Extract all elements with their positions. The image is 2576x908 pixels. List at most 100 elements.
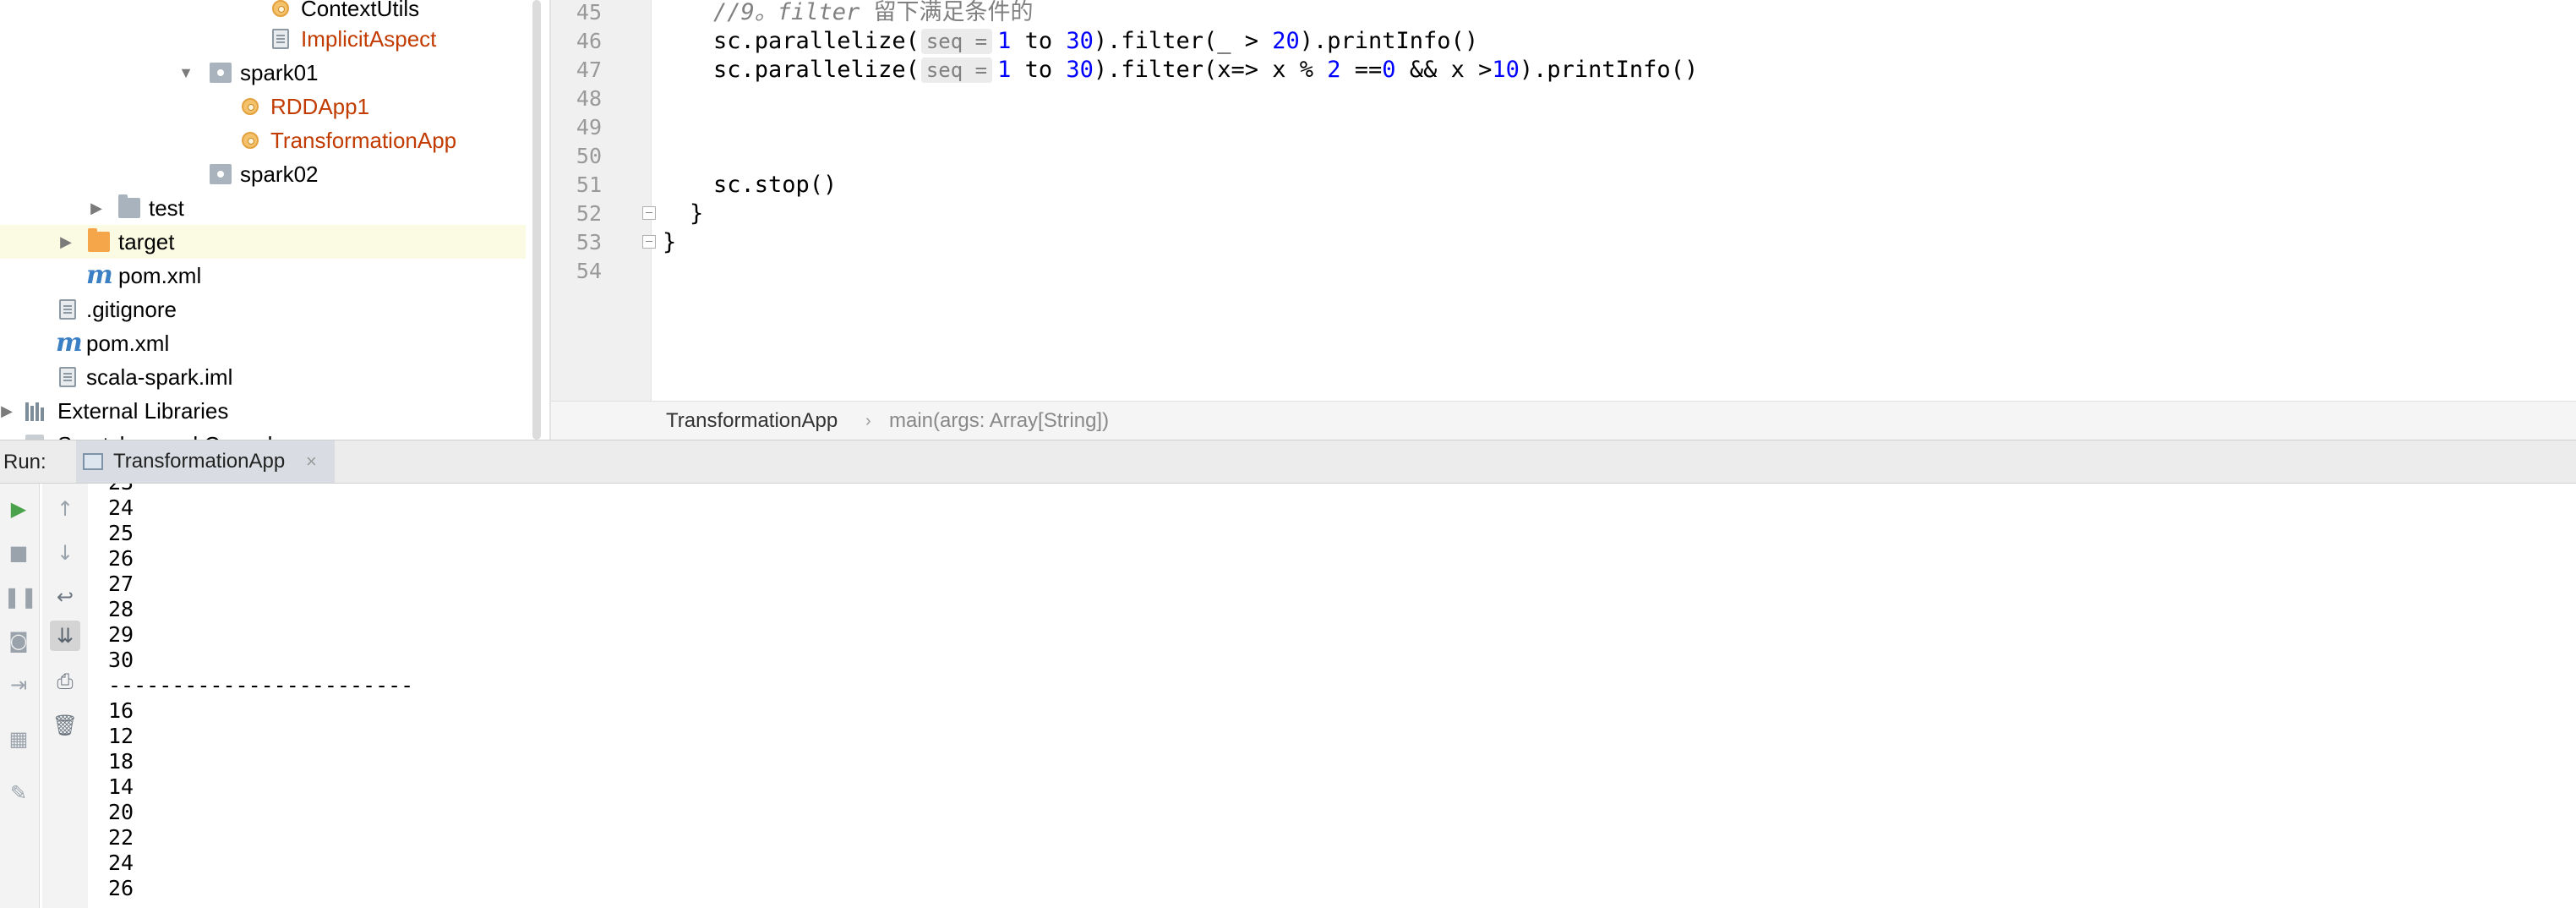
chevron-right-icon[interactable]: ▶ xyxy=(86,191,106,225)
line-number: 47 xyxy=(576,57,602,82)
tree-item-label: spark01 xyxy=(240,60,319,85)
tree-item-label: pom.xml xyxy=(118,263,202,288)
tree-item-transformationapp[interactable]: TransformationApp xyxy=(0,123,526,157)
scroll-to-end-icon[interactable]: ⇊ xyxy=(50,621,80,651)
console-line: 29 xyxy=(108,622,134,647)
pin-icon[interactable]: ✎ xyxy=(3,778,34,808)
breadcrumb-method[interactable]: main(args: Array[String]) xyxy=(889,402,1109,440)
run-toolbar-primary: ▶ ■ ❚❚ ◙ ⇥ ▦ ✎ xyxy=(0,484,40,908)
tree-item-spark02[interactable]: spark02 xyxy=(0,157,526,191)
console-output[interactable]: 23 24 25 26 27 28 29 30 ----------------… xyxy=(88,484,2576,908)
console-line: 12 xyxy=(108,724,134,748)
chevron-right-icon[interactable]: ▶ xyxy=(0,394,17,428)
line-number: 50 xyxy=(576,144,602,168)
fold-marker-icon[interactable] xyxy=(642,235,656,249)
tree-item-iml[interactable]: scala-spark.iml xyxy=(0,360,526,394)
code-line-51: sc.stop() xyxy=(713,172,838,198)
console-line: 20 xyxy=(108,800,134,824)
rerun-icon[interactable]: ▶ xyxy=(3,494,34,524)
maven-icon: m xyxy=(56,328,83,358)
tree-item-label: test xyxy=(149,195,184,221)
run-tab-label: TransformationApp xyxy=(113,450,286,473)
tree-item-label: .gitignore xyxy=(86,297,177,322)
print-icon[interactable]: ⎙ xyxy=(50,666,80,697)
run-toolbar-secondary: ↑ ↓ ↩ ⇊ ⎙ 🗑 xyxy=(42,484,89,908)
tree-item-label: Scratches and Consoles xyxy=(57,428,296,440)
console-line: 26 xyxy=(108,876,134,900)
code-line-52: } xyxy=(690,200,704,227)
console-line: 16 xyxy=(108,698,134,723)
run-tab[interactable]: TransformationApp × xyxy=(76,440,335,483)
libraries-icon xyxy=(25,401,47,421)
parameter-hint: seq = xyxy=(920,29,993,54)
breadcrumb-class[interactable]: TransformationApp xyxy=(666,402,838,440)
line-number: 54 xyxy=(576,259,602,283)
editor-gutter: 45 46 47 48 49 50 51 52 53 54 xyxy=(551,0,656,401)
camera-icon[interactable]: ◙ xyxy=(3,626,34,656)
chevron-right-icon[interactable]: ▶ xyxy=(56,225,76,259)
tree-item-spark01[interactable]: ▼ spark01 xyxy=(0,56,526,90)
tree-item-label: pom.xml xyxy=(86,331,170,356)
package-icon xyxy=(210,63,232,83)
console-line: 25 xyxy=(108,521,134,545)
console-line: ------------------------ xyxy=(108,673,414,697)
run-config-icon xyxy=(83,453,103,470)
close-icon[interactable]: × xyxy=(306,440,317,483)
maven-icon: m xyxy=(86,260,113,290)
soft-wrap-icon[interactable]: ↩ xyxy=(50,582,80,612)
console-line: 14 xyxy=(108,774,134,799)
code-line-46: sc.parallelize(seq = 1 to 30).filter(_ > … xyxy=(713,28,1479,54)
scala-object-icon xyxy=(272,0,289,17)
line-number: 51 xyxy=(576,172,602,197)
tree-item-rddapp1[interactable]: RDDApp1 xyxy=(0,90,526,123)
tree-item-implicitaspect[interactable]: ImplicitAspect xyxy=(0,22,526,56)
fold-marker-icon[interactable] xyxy=(642,206,656,220)
project-tree: ContextUtils ImplicitAspect ▼ spark01 RD… xyxy=(0,0,526,440)
console-line: 18 xyxy=(108,749,134,774)
tree-item-gitignore[interactable]: .gitignore xyxy=(0,293,526,326)
console-line: 26 xyxy=(108,546,134,571)
parameter-hint: seq = xyxy=(920,57,993,83)
module-file-icon xyxy=(59,367,76,387)
tree-item-label: TransformationApp xyxy=(270,128,457,153)
pause-icon[interactable]: ❚❚ xyxy=(3,582,37,612)
console-line: 27 xyxy=(108,572,134,596)
console-line: 24 xyxy=(108,851,134,875)
trash-icon[interactable]: 🗑 xyxy=(50,710,80,741)
scala-object-icon xyxy=(242,98,259,115)
scala-file-icon xyxy=(272,29,289,49)
stop-icon[interactable]: ■ xyxy=(3,538,34,568)
line-number: 49 xyxy=(576,115,602,139)
code-line-45: //9。filter 留下满足条件的 xyxy=(713,0,1034,25)
file-icon xyxy=(59,299,76,320)
project-scrollbar[interactable] xyxy=(532,0,541,440)
tree-item-label: ImplicitAspect xyxy=(301,26,437,52)
tree-item-pom-root[interactable]: m pom.xml xyxy=(0,326,526,360)
tree-item-test[interactable]: ▶ test xyxy=(0,191,526,225)
chevron-down-icon[interactable]: ▼ xyxy=(176,56,196,90)
arrow-up-icon[interactable]: ↑ xyxy=(50,494,80,524)
line-number: 48 xyxy=(576,86,602,111)
exit-icon[interactable]: ⇥ xyxy=(3,670,34,700)
tree-item-label: External Libraries xyxy=(57,398,229,424)
console-line: 28 xyxy=(108,597,134,621)
tree-item-external-libraries[interactable]: ▶ External Libraries xyxy=(0,394,526,428)
code-editor[interactable]: 45 46 47 48 49 50 51 52 53 54 //9。filter… xyxy=(551,0,2576,401)
excluded-folder-icon xyxy=(88,228,110,252)
line-number: 46 xyxy=(576,29,602,53)
scala-object-icon xyxy=(242,132,259,149)
code-line-47: sc.parallelize(seq = 1 to 30).filter(x=> … xyxy=(713,57,1699,83)
console-line: 30 xyxy=(108,648,134,672)
tree-item-label: target xyxy=(118,229,175,254)
tree-item-scratches[interactable]: Scratches and Consoles xyxy=(0,428,526,440)
arrow-down-icon[interactable]: ↓ xyxy=(50,538,80,568)
run-label: Run: xyxy=(3,451,46,473)
package-icon xyxy=(210,164,232,184)
line-number: 52 xyxy=(576,201,602,226)
tree-item-pom-module[interactable]: m pom.xml xyxy=(0,259,526,293)
line-number: 45 xyxy=(576,0,602,25)
tree-item-target[interactable]: ▶ target xyxy=(0,225,526,259)
folder-icon xyxy=(118,194,140,218)
layout-icon[interactable]: ▦ xyxy=(3,724,34,754)
tree-item-label: RDDApp1 xyxy=(270,94,370,119)
